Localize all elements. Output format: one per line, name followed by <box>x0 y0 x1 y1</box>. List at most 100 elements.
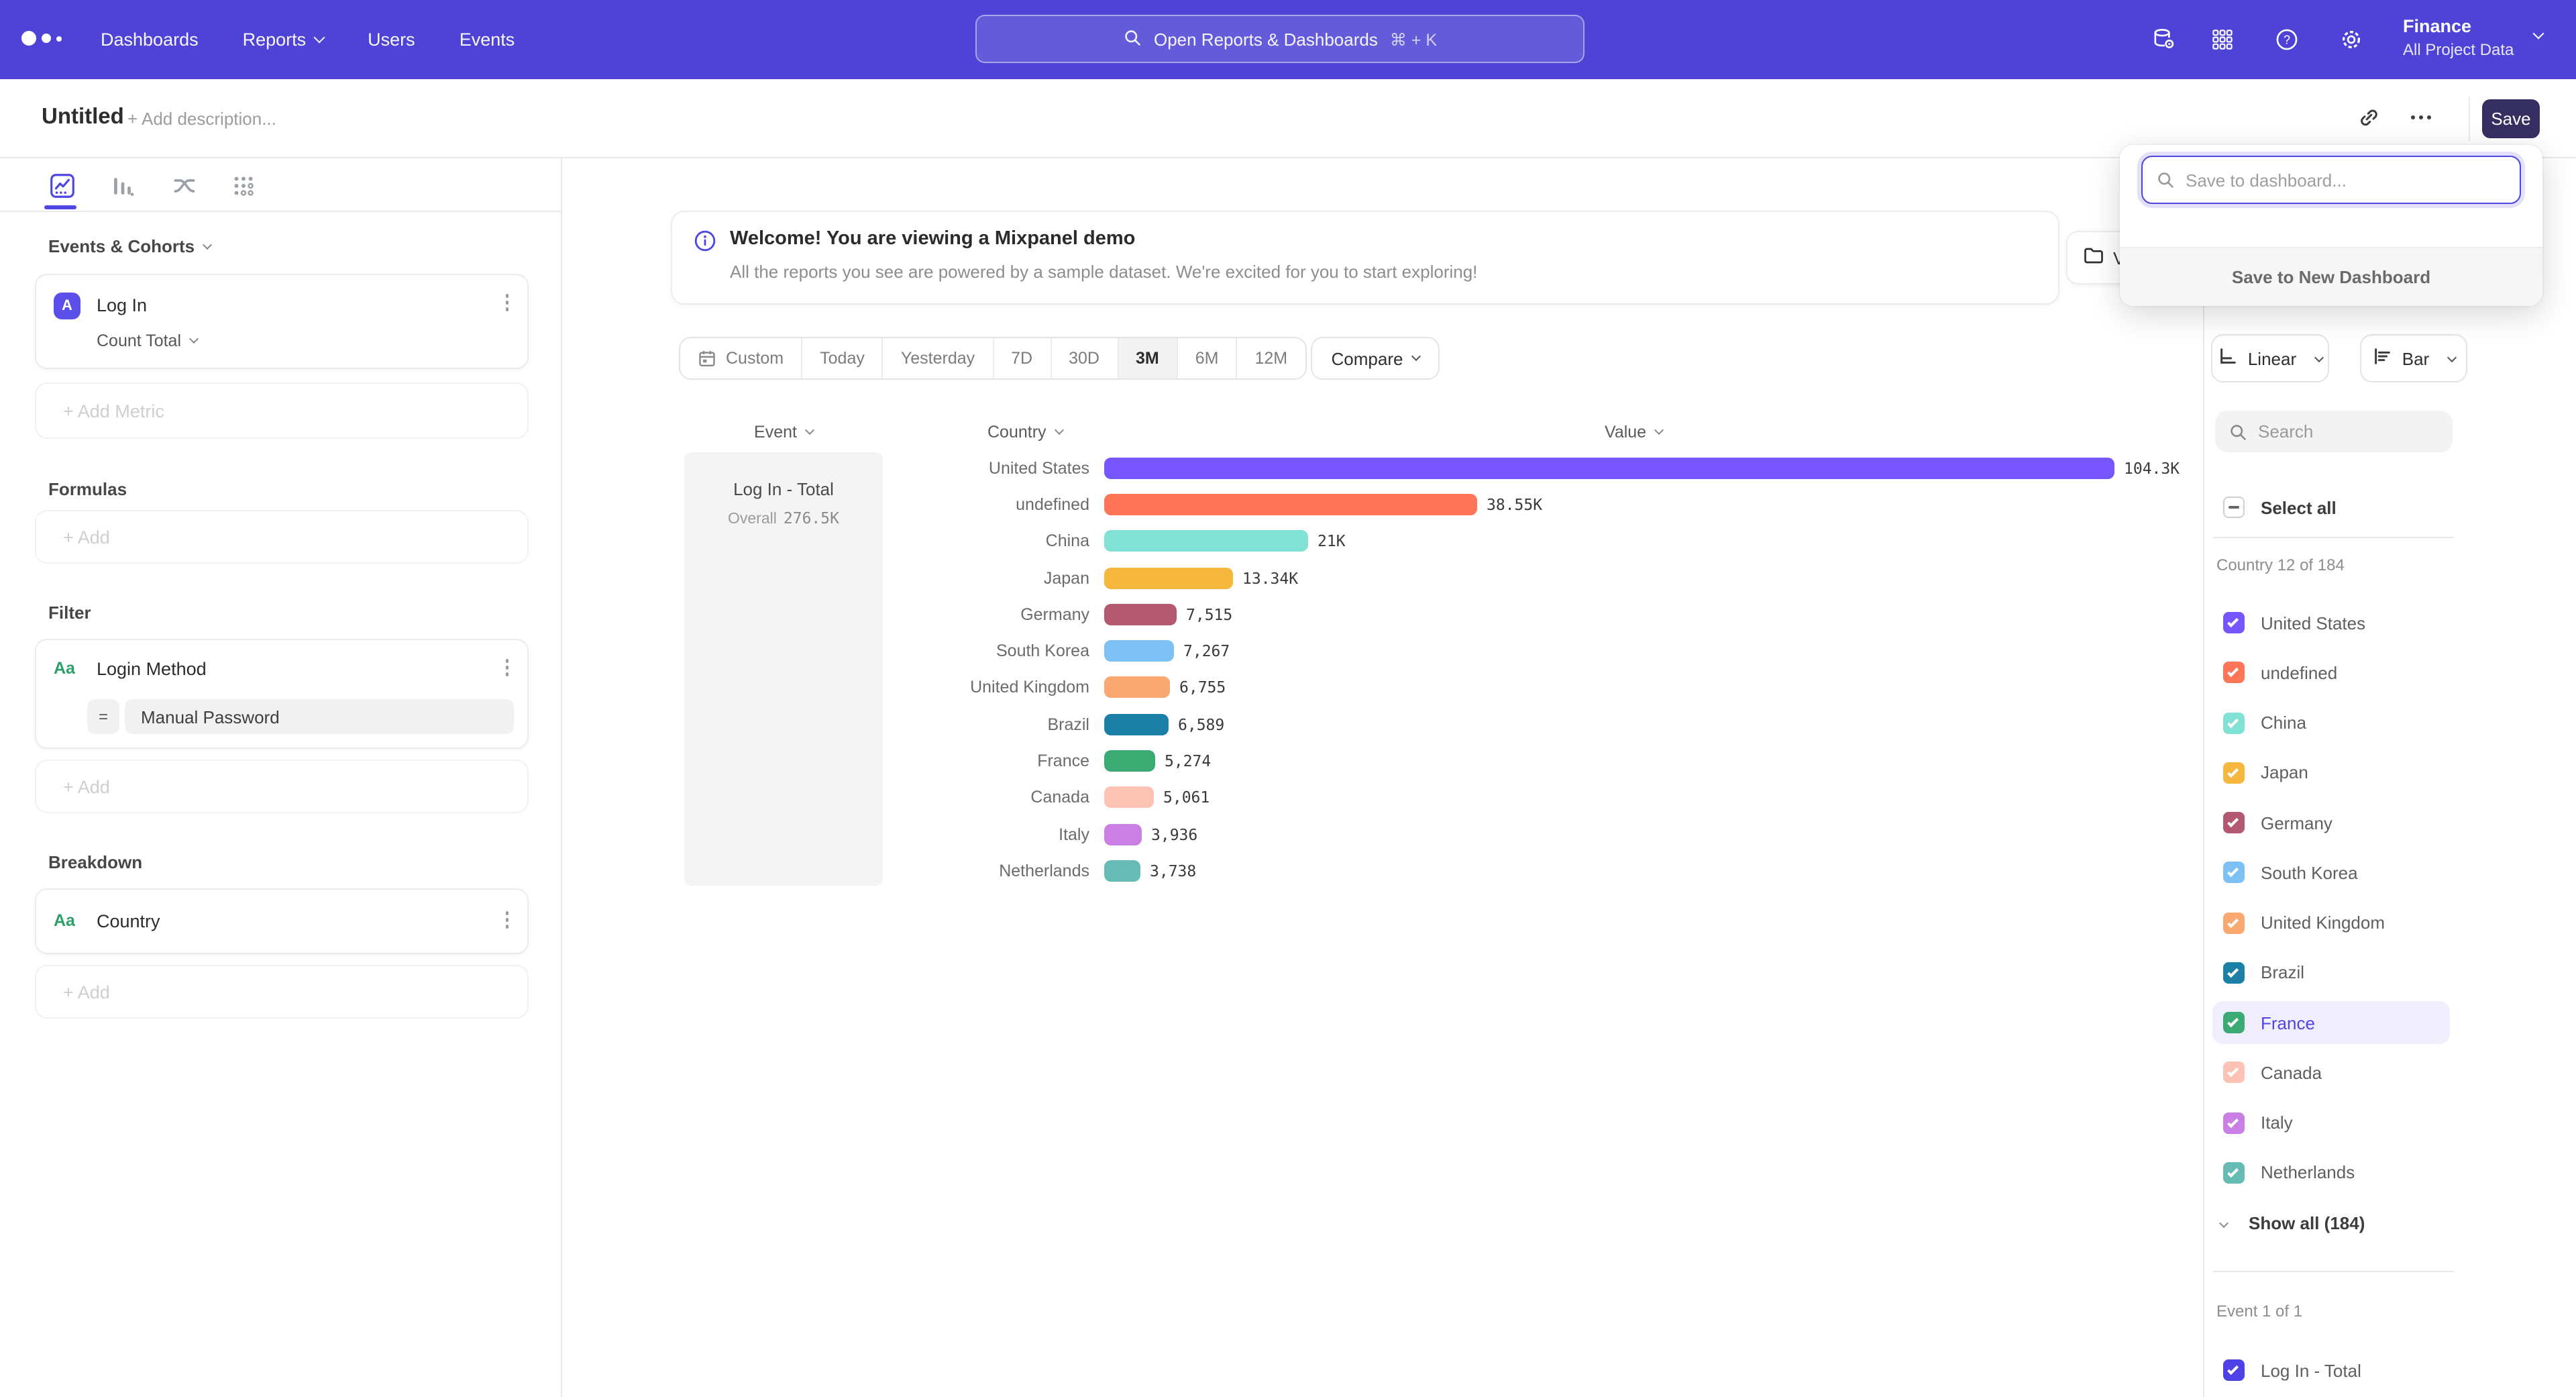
legend-event-item[interactable]: Log In - Total <box>2212 1349 2450 1392</box>
legend-item-canada[interactable]: Canada <box>2212 1051 2450 1094</box>
add-metric-button[interactable]: + Add Metric <box>35 382 529 439</box>
legend-checkbox[interactable] <box>2223 662 2245 684</box>
legend-item-south-korea[interactable]: South Korea <box>2212 851 2450 894</box>
value-bar[interactable] <box>1104 677 1170 698</box>
column-header-event[interactable]: Event <box>684 423 883 442</box>
legend-checkbox[interactable] <box>2223 712 2245 733</box>
breakdown-kebab-icon[interactable] <box>505 911 508 928</box>
value-bar[interactable] <box>1104 787 1154 809</box>
legend-search-input[interactable]: Search <box>2215 411 2453 452</box>
chart-row-china: China21K <box>885 523 2200 560</box>
tab-funnels[interactable] <box>101 164 144 207</box>
value-bar[interactable] <box>1104 494 1477 515</box>
legend-checkbox[interactable] <box>2223 762 2245 784</box>
select-all-checkbox[interactable] <box>2223 497 2245 518</box>
value-bar[interactable] <box>1104 713 1169 735</box>
metric-card-log-in[interactable]: A Log In Count Total <box>35 274 529 369</box>
folder-icon <box>2082 246 2105 270</box>
tab-insights[interactable] <box>40 164 83 207</box>
add-formula-button[interactable]: + Add <box>35 510 529 564</box>
report-title[interactable]: Untitled <box>42 105 124 130</box>
legend-item-united-kingdom[interactable]: United Kingdom <box>2212 901 2450 944</box>
legend-checkbox[interactable] <box>2223 962 2245 984</box>
chart-scale-dropdown[interactable]: Linear <box>2211 334 2329 382</box>
save-to-dashboard-input[interactable] <box>2186 170 2506 190</box>
legend-checkbox[interactable] <box>2223 1112 2245 1133</box>
nav-item-dashboards[interactable]: Dashboards <box>101 30 199 50</box>
value-bar[interactable] <box>1104 457 2114 478</box>
chart-row-undefined: undefined38.55K <box>885 486 2200 523</box>
event-checkbox[interactable] <box>2223 1359 2245 1381</box>
data-management-icon[interactable] <box>2151 0 2176 79</box>
value-bar[interactable] <box>1104 567 1233 588</box>
show-all-button[interactable]: Show all (184) <box>2212 1202 2454 1243</box>
filter-card-login-method[interactable]: Aa Login Method = Manual Password <box>35 639 529 749</box>
breakdown-property-name[interactable]: Country <box>97 911 160 931</box>
date-range-6m[interactable]: 6M <box>1177 338 1236 378</box>
metric-name[interactable]: Log In <box>97 295 147 315</box>
column-header-country[interactable]: Country <box>987 423 1063 442</box>
event-total-cell[interactable]: Log In - Total Overall276.5K <box>684 452 883 886</box>
date-range-30d[interactable]: 30D <box>1050 338 1117 378</box>
column-header-value[interactable]: Value <box>1605 423 1662 442</box>
legend-checkbox[interactable] <box>2223 612 2245 633</box>
filter-property-name[interactable]: Login Method <box>97 659 207 679</box>
legend-checkbox[interactable] <box>2223 912 2245 933</box>
add-description-field[interactable]: + Add description... <box>127 109 276 129</box>
legend-item-germany[interactable]: Germany <box>2212 801 2450 844</box>
legend-item-france[interactable]: France <box>2212 1001 2450 1044</box>
value-bar[interactable] <box>1104 604 1177 625</box>
more-options-icon[interactable] <box>2411 115 2431 119</box>
settings-gear-icon[interactable] <box>2339 0 2364 79</box>
save-to-new-dashboard-button[interactable]: Save to New Dashboard <box>2120 247 2542 306</box>
legend-checkbox[interactable] <box>2223 1012 2245 1033</box>
date-range-7d[interactable]: 7D <box>992 338 1050 378</box>
filter-operator[interactable]: = <box>87 699 119 734</box>
nav-item-users[interactable]: Users <box>368 30 415 50</box>
project-switcher[interactable]: Finance All Project Data <box>2403 15 2514 60</box>
legend-item-china[interactable]: China <box>2212 701 2450 744</box>
legend-checkbox[interactable] <box>2223 812 2245 833</box>
events-cohorts-section-label[interactable]: Events & Cohorts <box>48 236 211 256</box>
value-bar[interactable] <box>1104 640 1174 662</box>
metric-kebab-icon[interactable] <box>505 294 508 311</box>
legend-item-united-states[interactable]: United States <box>2212 601 2450 644</box>
filter-value[interactable]: Manual Password <box>125 699 514 734</box>
legend-checkbox[interactable] <box>2223 1062 2245 1084</box>
legend-item-italy[interactable]: Italy <box>2212 1101 2450 1144</box>
help-icon[interactable]: ? <box>2274 0 2300 79</box>
global-search-button[interactable]: Open Reports & Dashboards ⌘ + K <box>975 15 1585 63</box>
legend-checkbox[interactable] <box>2223 1162 2245 1184</box>
legend-item-brazil[interactable]: Brazil <box>2212 951 2450 994</box>
svg-text:?: ? <box>2284 33 2290 46</box>
legend-checkbox[interactable] <box>2223 862 2245 884</box>
metric-aggregation-dropdown[interactable]: Count Total <box>97 331 197 350</box>
chart-type-dropdown[interactable]: Bar <box>2360 334 2467 382</box>
legend-item-japan[interactable]: Japan <box>2212 752 2450 794</box>
tab-retention[interactable] <box>221 164 264 207</box>
date-range-today[interactable]: Today <box>801 338 882 378</box>
value-bar[interactable] <box>1104 823 1142 845</box>
legend-item-netherlands[interactable]: Netherlands <box>2212 1151 2450 1194</box>
compare-button[interactable]: Compare <box>1311 337 1440 380</box>
date-range-12m[interactable]: 12M <box>1236 338 1305 378</box>
add-breakdown-button[interactable]: + Add <box>35 965 529 1019</box>
legend-item-undefined[interactable]: undefined <box>2212 652 2450 694</box>
date-range-yesterday[interactable]: Yesterday <box>882 338 992 378</box>
save-button[interactable]: Save <box>2482 99 2540 138</box>
value-bar[interactable] <box>1104 860 1140 882</box>
apps-grid-icon[interactable] <box>2211 0 2234 79</box>
add-filter-button[interactable]: + Add <box>35 760 529 813</box>
mixpanel-logo[interactable] <box>21 31 62 46</box>
value-bar[interactable] <box>1104 750 1155 772</box>
nav-item-events[interactable]: Events <box>460 30 515 50</box>
filter-kebab-icon[interactable] <box>505 659 508 676</box>
select-all-row[interactable]: Select all <box>2212 486 2450 529</box>
copy-link-icon[interactable] <box>2357 106 2380 136</box>
date-range-3m[interactable]: 3M <box>1117 338 1177 378</box>
nav-item-reports[interactable]: Reports <box>243 30 324 50</box>
tab-flows[interactable] <box>162 164 205 207</box>
value-bar[interactable] <box>1104 530 1308 552</box>
date-range-custom[interactable]: Custom <box>680 338 801 378</box>
breakdown-card-country[interactable]: Aa Country <box>35 888 529 954</box>
